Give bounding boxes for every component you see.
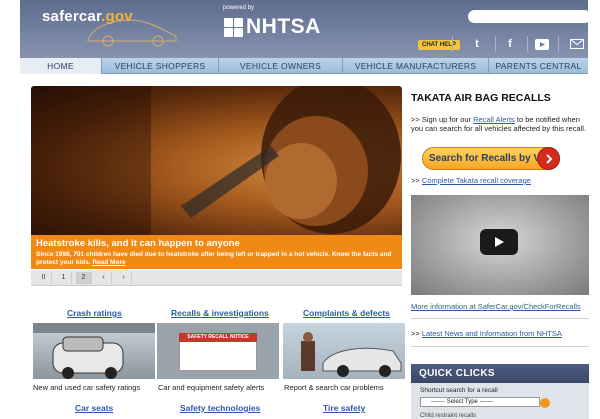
arrow-right-icon xyxy=(537,147,560,170)
search-input[interactable] xyxy=(468,10,591,23)
recall-type-select[interactable]: ------- Select Type ------- xyxy=(420,397,540,407)
next-button[interactable]: › xyxy=(116,271,132,284)
nhtsa-icons xyxy=(224,17,243,37)
recall-notice-text: SAFETY RECALL NOTICE xyxy=(179,333,257,342)
takata-recall-title: TAKATA AIR BAG RECALLS xyxy=(411,92,551,104)
car-outline-graphic xyxy=(87,19,177,47)
search-recalls-vin-button[interactable]: Search for Recalls by VIN xyxy=(422,147,560,170)
youtube-icon[interactable] xyxy=(535,37,549,51)
recall-notice-image[interactable]: SAFETY RECALL NOTICE xyxy=(157,323,279,379)
nhtsa-logo[interactable]: NHTSA xyxy=(224,15,321,39)
read-more-link[interactable]: Read More xyxy=(92,259,125,266)
tire-safety-link[interactable]: Tire safety xyxy=(323,403,365,413)
vin-button-label: Search for Recalls by VIN xyxy=(429,153,551,164)
hero-image[interactable] xyxy=(31,86,402,235)
divider xyxy=(411,346,589,347)
quick-clicks-label: Shortcut search for a recall xyxy=(420,387,498,394)
safety-technologies-link[interactable]: Safety technologies xyxy=(180,403,260,413)
recall-signup-text: >> Sign up for our Recall Alerts to be n… xyxy=(411,115,586,133)
site-header: safercar.gov powered by NHTSA CHAT HELP … xyxy=(20,0,600,58)
nav-vehicle-owners[interactable]: VEHICLE OWNERS xyxy=(219,58,343,74)
child-restraint-text[interactable]: Child restraint recalls xyxy=(420,413,589,419)
car-seats-link[interactable]: Car seats xyxy=(75,403,113,413)
page-2-button[interactable]: 2 xyxy=(76,271,92,284)
nav-parents-central[interactable]: PARENTS CENTRAL xyxy=(489,58,588,74)
crash-ratings-caption: New and used car safety ratings xyxy=(33,383,141,392)
prev-button[interactable]: ‹ xyxy=(96,271,112,284)
video-player[interactable] xyxy=(411,195,589,295)
crash-ratings-link[interactable]: Crash ratings xyxy=(67,308,122,318)
divider xyxy=(558,36,559,52)
quick-clicks-title: QUICK CLICKS xyxy=(411,364,589,383)
hero-description: Since 1998, 701 children have died due t… xyxy=(36,251,397,267)
hero-description-text: Since 1998, 701 children have died due t… xyxy=(36,251,392,266)
play-icon[interactable] xyxy=(480,229,518,255)
complete-takata-link[interactable]: Complete Takata recall coverage xyxy=(422,176,531,185)
nav-home[interactable]: HOME xyxy=(20,58,102,74)
divider xyxy=(411,318,589,319)
recall-alerts-link[interactable]: Recall Alerts xyxy=(473,115,515,124)
page-1-button[interactable]: 1 xyxy=(56,271,72,284)
more-info-link[interactable]: More information at SaferCar.gov/CheckFo… xyxy=(411,302,581,311)
latest-news: >> Latest News and Information from NHTS… xyxy=(411,329,562,338)
complaints-image[interactable] xyxy=(283,323,405,379)
main-nav: HOME VEHICLE SHOPPERS VEHICLE OWNERS VEH… xyxy=(20,58,588,74)
carousel-pager: II 1 2 ‹ › xyxy=(31,270,402,286)
hero-caption: Heatstroke kills, and it can happen to a… xyxy=(31,235,402,269)
chat-help-button[interactable]: CHAT HELP xyxy=(418,40,460,50)
nav-vehicle-manufacturers[interactable]: VEHICLE MANUFACTURERS xyxy=(343,58,489,74)
recalls-investigations-link[interactable]: Recalls & investigations xyxy=(171,308,269,318)
facebook-icon[interactable]: f xyxy=(503,37,517,51)
crash-ratings-image[interactable] xyxy=(33,323,155,379)
go-button[interactable] xyxy=(540,398,550,408)
search-icon[interactable] xyxy=(595,9,600,21)
complaints-caption: Report & search car problems xyxy=(284,383,384,392)
divider xyxy=(452,36,453,52)
divider xyxy=(527,36,528,52)
pause-button[interactable]: II xyxy=(36,271,52,284)
latest-news-link[interactable]: Latest News and Information from NHTSA xyxy=(422,329,562,338)
child-in-car-image xyxy=(31,86,401,235)
complete-coverage: >> Complete Takata recall coverage xyxy=(411,176,531,185)
nhtsa-wordmark: NHTSA xyxy=(246,15,321,38)
quick-clicks-panel: QUICK CLICKS Shortcut search for a recal… xyxy=(411,364,589,419)
divider xyxy=(495,36,496,52)
nav-vehicle-shoppers[interactable]: VEHICLE SHOPPERS xyxy=(102,58,219,74)
recalls-caption: Car and equipment safety alerts xyxy=(158,383,265,392)
email-icon[interactable] xyxy=(570,37,584,51)
complaints-defects-link[interactable]: Complaints & defects xyxy=(303,308,390,318)
twitter-icon[interactable]: t xyxy=(470,37,484,51)
powered-by-label: powered by xyxy=(223,5,255,11)
hero-title: Heatstroke kills, and it can happen to a… xyxy=(36,238,240,249)
